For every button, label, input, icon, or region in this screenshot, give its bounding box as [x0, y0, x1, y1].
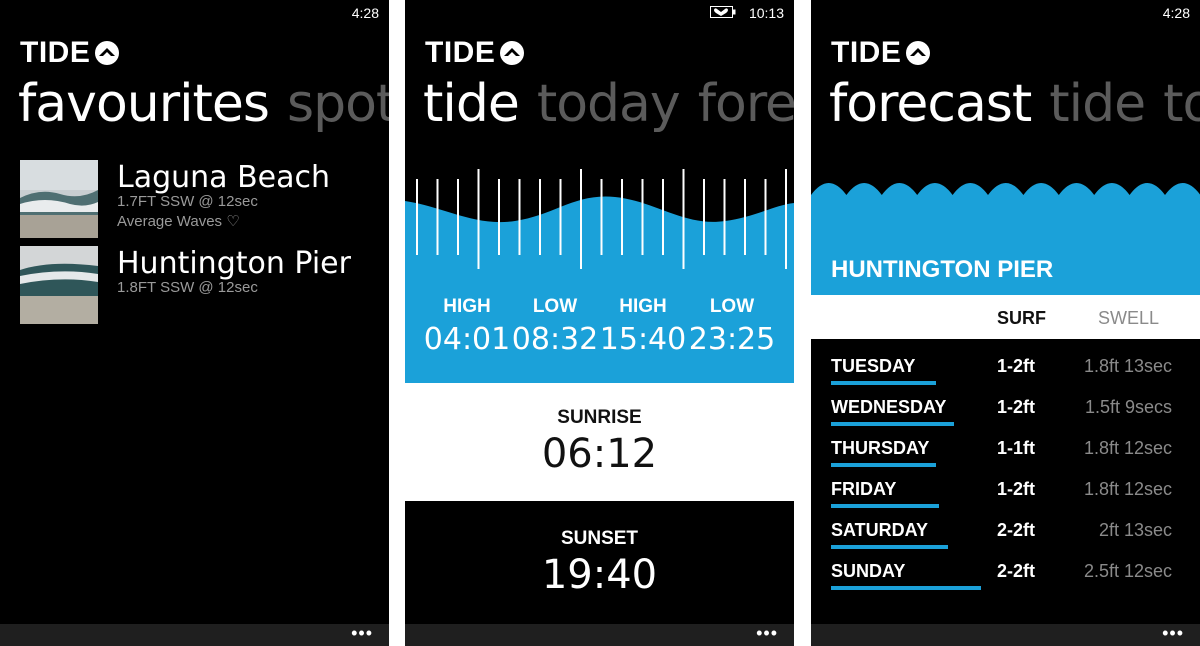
- forecast-surf: 2-2ft: [997, 520, 1036, 540]
- forecast-swell: 1.8ft 12sec: [1083, 438, 1172, 458]
- brand-title: TIDE: [831, 36, 902, 69]
- pivot-item-spot[interactable]: spot: [287, 74, 389, 134]
- forecast-day: SATURDAY: [831, 520, 929, 540]
- tide-screen: 10:13 TIDE tide today fore HIGH 04:01 LOW …: [405, 0, 794, 646]
- sunrise-time: 06:12: [541, 431, 658, 477]
- tide-type: HIGH: [443, 296, 491, 317]
- tide-time: 15:40: [599, 322, 687, 357]
- tide-type: HIGH: [619, 296, 667, 317]
- app-bar: •••: [811, 624, 1200, 646]
- forecast-swell: 2ft 13sec: [1098, 520, 1172, 540]
- pivot-header: forecast tide to: [829, 74, 1200, 134]
- pivot-header: tide today fore: [423, 74, 794, 134]
- ellipsis-icon[interactable]: •••: [351, 624, 373, 642]
- tide-logo-icon: [500, 41, 525, 65]
- status-bar: 4:28: [811, 0, 1200, 24]
- app-bar: •••: [405, 624, 794, 646]
- spot-rating: Average Waves ♡: [117, 213, 240, 230]
- status-bar: 10:13: [405, 0, 794, 24]
- status-clock: 4:28: [1162, 5, 1190, 21]
- spot-name: Laguna Beach: [117, 160, 331, 195]
- pivot-item-favourites[interactable]: favourites: [18, 74, 270, 134]
- forecast-row[interactable]: TUESDAY 1-2ft 1.8ft 13sec: [811, 350, 1200, 391]
- battery-icon: [710, 6, 736, 18]
- spot-thumbnail: [20, 160, 98, 238]
- forecast-swell: 1.5ft 9secs: [1084, 397, 1172, 417]
- status-bar: 4:28: [0, 0, 389, 24]
- app-brand: TIDE: [425, 36, 525, 70]
- tide-type: LOW: [709, 296, 755, 317]
- brand-title: TIDE: [425, 36, 496, 69]
- tide-type: LOW: [532, 296, 578, 317]
- forecast-day: THURSDAY: [831, 438, 930, 458]
- tide-time: 08:32: [511, 322, 599, 357]
- forecast-day: SUNDAY: [831, 561, 906, 581]
- surf-bar: [831, 586, 981, 590]
- tide-entry: LOW 08:32: [510, 296, 600, 357]
- app-bar: •••: [0, 624, 389, 646]
- spot-name: Huntington Pier: [117, 246, 351, 281]
- sunrise-label: SUNRISE: [557, 407, 642, 428]
- forecast-day: TUESDAY: [831, 356, 916, 376]
- pivot-item-tide[interactable]: tide: [423, 74, 520, 134]
- tide-entry: HIGH 04:01: [422, 296, 512, 357]
- brand-title: TIDE: [20, 36, 91, 69]
- pivot-item-today[interactable]: today: [537, 74, 681, 134]
- forecast-row[interactable]: SUNDAY 2-2ft 2.5ft 12sec: [811, 555, 1200, 596]
- tide-times-panel: HIGH 04:01 LOW 08:32 HIGH 15:40 LOW 23:2…: [405, 280, 794, 383]
- spot-title: HUNTINGTON PIER: [831, 256, 1054, 283]
- forecast-row[interactable]: THURSDAY 1-1ft 1.8ft 12sec: [811, 432, 1200, 473]
- tide-time: 23:25: [688, 322, 776, 357]
- ellipsis-icon[interactable]: •••: [756, 624, 778, 642]
- sunrise-panel: SUNRISE 06:12: [405, 383, 794, 501]
- surf-bar: [831, 422, 954, 426]
- surf-bar: [831, 504, 939, 508]
- pivot-item-forecast[interactable]: fore: [698, 74, 794, 134]
- surf-bar: [831, 381, 936, 385]
- ellipsis-icon[interactable]: •••: [1162, 624, 1184, 642]
- spot-swell: 1.7FT SSW @ 12sec: [117, 193, 258, 210]
- forecast-swell: 1.8ft 12sec: [1083, 479, 1172, 499]
- surf-bar: [831, 463, 936, 467]
- tide-time: 04:01: [423, 322, 511, 357]
- pivot-item-tide[interactable]: tide: [1049, 74, 1146, 134]
- forecast-column-header: SURF SWELL: [811, 295, 1200, 339]
- tide-logo-icon: [906, 41, 931, 65]
- status-clock: 10:13: [748, 5, 784, 21]
- pivot-header: favourites spot: [18, 74, 389, 134]
- tide-entry: HIGH 15:40: [598, 296, 688, 357]
- list-item-laguna-beach[interactable]: Laguna Beach 1.7FT SSW @ 12sec Average W…: [20, 160, 380, 240]
- app-brand: TIDE: [20, 36, 120, 70]
- sunset-label: SUNSET: [560, 528, 639, 549]
- favourites-screen: 4:28 TIDE favourites spot Laguna Beach 1.…: [0, 0, 389, 646]
- forecast-swell: 2.5ft 12sec: [1083, 561, 1172, 581]
- tide-logo-icon: [95, 41, 120, 65]
- swell-column-header[interactable]: SWELL: [1098, 308, 1159, 329]
- forecast-row[interactable]: WEDNESDAY 1-2ft 1.5ft 9secs: [811, 391, 1200, 432]
- list-item-huntington-pier[interactable]: Huntington Pier 1.8FT SSW @ 12sec: [20, 246, 380, 326]
- surf-column-header[interactable]: SURF: [997, 308, 1046, 329]
- forecast-surf: 1-2ft: [997, 356, 1036, 376]
- app-brand: TIDE: [831, 36, 931, 70]
- forecast-day: FRIDAY: [831, 479, 897, 499]
- status-clock: 4:28: [351, 5, 379, 21]
- forecast-surf: 1-2ft: [997, 397, 1036, 417]
- forecast-screen: 4:28 TIDE forecast tide to HUNTINGTON PIER…: [811, 0, 1200, 646]
- spot-thumbnail: [20, 246, 98, 324]
- forecast-day: WEDNESDAY: [831, 397, 947, 417]
- sunset-time: 19:40: [541, 552, 658, 598]
- forecast-surf: 1-1ft: [997, 438, 1036, 458]
- forecast-surf: 1-2ft: [997, 479, 1036, 499]
- spot-swell: 1.8FT SSW @ 12sec: [117, 279, 258, 296]
- pivot-item-today[interactable]: to: [1163, 74, 1200, 134]
- tide-entry: LOW 23:25: [687, 296, 777, 357]
- forecast-swell: 1.8ft 13sec: [1083, 356, 1172, 376]
- forecast-row[interactable]: SATURDAY 2-2ft 2ft 13sec: [811, 514, 1200, 555]
- forecast-row[interactable]: FRIDAY 1-2ft 1.8ft 12sec: [811, 473, 1200, 514]
- forecast-surf: 2-2ft: [997, 561, 1036, 581]
- surf-bar: [831, 545, 948, 549]
- sunset-panel: SUNSET 19:40: [405, 502, 794, 624]
- pivot-item-forecast[interactable]: forecast: [829, 74, 1032, 134]
